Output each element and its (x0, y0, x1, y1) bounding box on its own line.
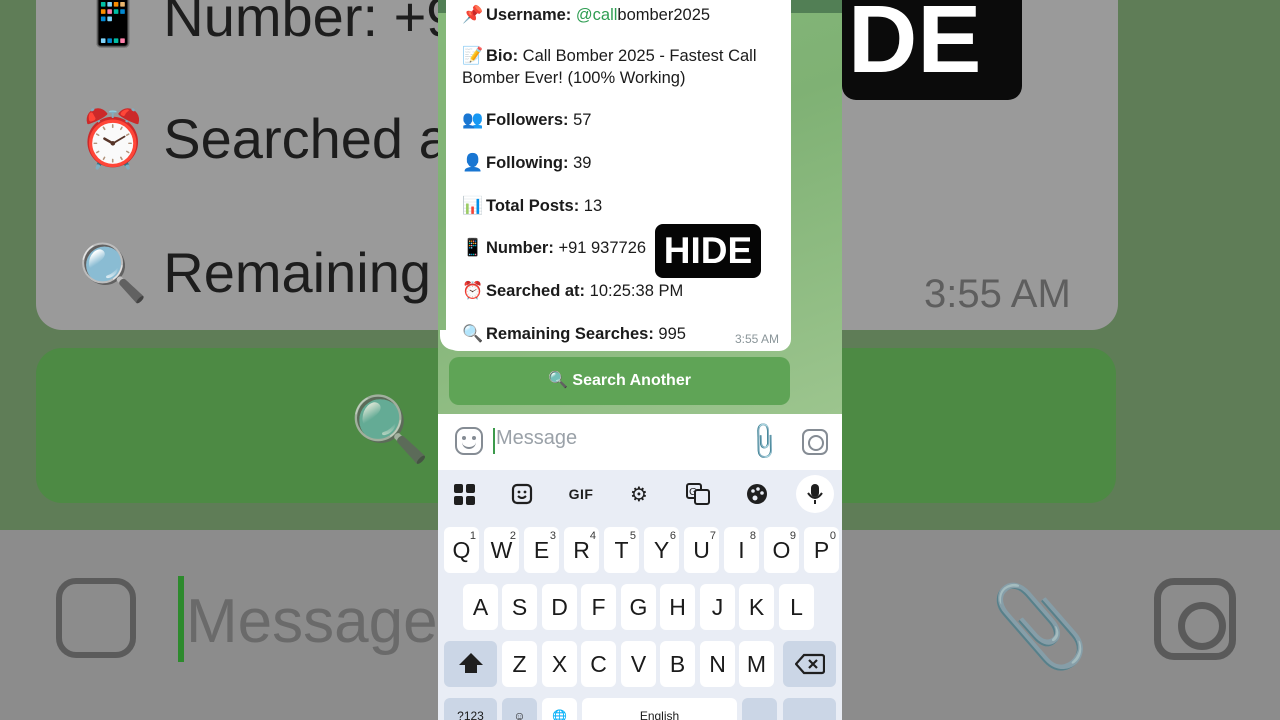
message-input-bar: Message 📎 (438, 414, 842, 470)
bg-hide-badge: DE (842, 0, 1022, 100)
key-k[interactable]: K (739, 584, 774, 630)
key-i[interactable]: I8 (724, 527, 759, 573)
key-n[interactable]: N (700, 641, 735, 687)
search-icon: 🔍 (548, 372, 568, 389)
key-j[interactable]: J (700, 584, 735, 630)
text-caret (493, 428, 495, 454)
space-key[interactable]: English (582, 698, 737, 720)
chat-area[interactable]: 📌 Username: @callbomber2025 📝 Bio: Call Bo… (438, 0, 842, 414)
alarm-clock-icon: ⏰ (462, 281, 484, 300)
shift-arrow-icon (459, 653, 483, 673)
bio-row: 📝 Bio: Call Bomber 2025 - Fastest Call Bo… (462, 46, 757, 87)
key-b[interactable]: B (660, 641, 695, 687)
bg-search-icon: 🔍 (350, 393, 430, 465)
search-another-label: Search Another (572, 372, 691, 389)
key-o[interactable]: O9 (764, 527, 799, 573)
bg-camera-icon (1154, 578, 1236, 660)
phone-screen: 📌 Username: @callbomber2025 📝 Bio: Call Bo… (438, 0, 842, 720)
symbols-key[interactable]: ?123 (444, 698, 497, 720)
apps-grid-icon[interactable] (446, 476, 482, 512)
searched-row: ⏰ Searched at: 10:25:38 PM (462, 281, 684, 300)
posts-row: 📊 Total Posts: 13 (462, 196, 603, 215)
message-input[interactable]: Message (496, 427, 577, 450)
palette-icon[interactable] (739, 476, 775, 512)
key-s[interactable]: S (502, 584, 537, 630)
key-l[interactable]: L (779, 584, 814, 630)
key-v[interactable]: V (621, 641, 656, 687)
globe-key[interactable]: 🌐 (542, 698, 577, 720)
bg-line-remaining: 🔍 Remaining (78, 241, 431, 304)
magnifier-icon: 🔍 (462, 324, 484, 343)
key-d[interactable]: D (542, 584, 577, 630)
person-icon: 👤 (462, 153, 484, 172)
backspace-icon (794, 653, 825, 675)
sticker-icon[interactable] (455, 427, 483, 455)
followers-row: 👥 Followers: 57 (462, 110, 592, 129)
sticker-toolbar-icon[interactable] (504, 476, 540, 512)
message-bubble[interactable]: 📌 Username: @callbomber2025 📝 Bio: Call Bo… (446, 0, 791, 351)
backspace-key[interactable] (783, 641, 836, 687)
settings-icon[interactable]: ⚙ (621, 476, 657, 512)
key-z[interactable]: Z (502, 641, 537, 687)
gif-button[interactable]: GIF (563, 476, 599, 512)
username-link[interactable]: @call (576, 6, 618, 24)
key-u[interactable]: U7 (684, 527, 719, 573)
shift-key[interactable] (444, 641, 497, 687)
pin-icon: 📌 (462, 5, 484, 24)
key-y[interactable]: Y6 (644, 527, 679, 573)
key-e[interactable]: E3 (524, 527, 559, 573)
key-m[interactable]: M (739, 641, 774, 687)
mic-icon[interactable] (796, 475, 834, 513)
key-p[interactable]: P0 (804, 527, 839, 573)
enter-key[interactable] (783, 698, 836, 720)
key-x[interactable]: X (542, 641, 577, 687)
bg-line-searched: ⏰ Searched a (78, 107, 450, 170)
key-t[interactable]: T5 (604, 527, 639, 573)
followers-icon: 👥 (462, 110, 484, 129)
bg-line-number: 📱 Number: +9 (78, 0, 458, 48)
phone-icon: 📱 (462, 238, 484, 257)
message-timestamp: 3:55 AM (734, 332, 779, 346)
camera-icon[interactable] (802, 429, 828, 455)
key-h[interactable]: H (660, 584, 695, 630)
key-g[interactable]: G (621, 584, 656, 630)
username-row: 📌 Username: @callbomber2025 (462, 5, 711, 24)
search-another-button[interactable]: 🔍 Search Another (449, 357, 790, 405)
bg-sticker-icon (56, 578, 136, 658)
hide-overlay-badge: HIDE (655, 224, 761, 278)
key-w[interactable]: W2 (484, 527, 519, 573)
key-c[interactable]: C (581, 641, 616, 687)
bg-message-placeholder: Message (186, 587, 438, 656)
key-r[interactable]: R4 (564, 527, 599, 573)
paperclip-icon[interactable]: 📎 (742, 419, 786, 464)
bg-caret (178, 576, 184, 662)
key-f[interactable]: F (581, 584, 616, 630)
memo-icon: 📝 (462, 46, 484, 65)
key-a[interactable]: A (463, 584, 498, 630)
chart-icon: 📊 (462, 196, 484, 215)
emoji-key[interactable]: ☺ (502, 698, 537, 720)
bg-paperclip-icon: 📎 (990, 582, 1090, 671)
keyboard: GIF ⚙ G Q1 W2 E3 R4 T5 Y6 U7 I8 O9 P0 A … (438, 470, 842, 720)
svg-text:G: G (689, 487, 697, 498)
following-row: 👤 Following: 39 (462, 153, 592, 172)
bg-timestamp: 3:55 AM (924, 272, 1071, 316)
translate-icon[interactable]: G (680, 476, 716, 512)
key-q[interactable]: Q1 (444, 527, 479, 573)
period-key[interactable] (742, 698, 777, 720)
